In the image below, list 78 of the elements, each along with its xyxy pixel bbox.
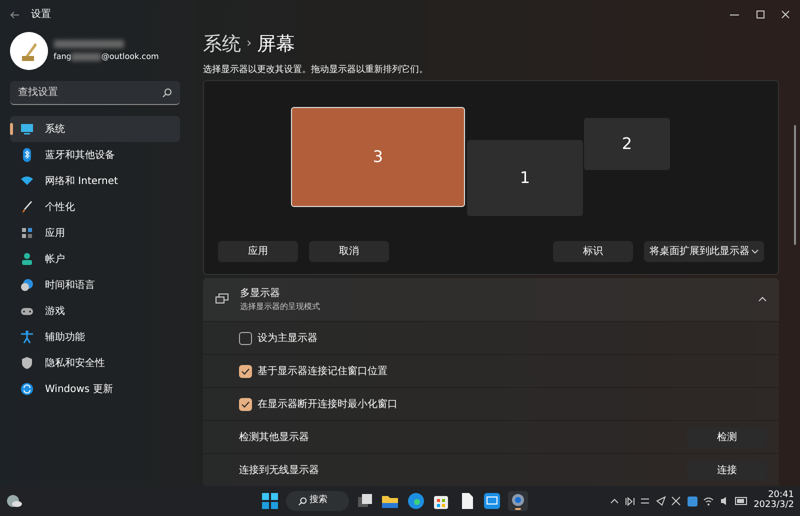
monitor-tile[interactable]: 3 <box>291 107 465 208</box>
breadcrumb-separator: › <box>246 35 252 54</box>
sidebar-item[interactable]: 辅助功能 <box>10 324 180 350</box>
sidebar-item[interactable]: 蓝牙和其他设备 <box>10 142 180 168</box>
input-method-icon[interactable] <box>671 496 682 506</box>
person-icon <box>20 252 34 266</box>
scrollbar-thumb[interactable] <box>794 124 796 245</box>
back-arrow-icon[interactable] <box>10 10 20 20</box>
media-icon[interactable] <box>624 496 635 506</box>
blurred-name <box>54 40 124 48</box>
sidebar-item[interactable]: 游戏 <box>10 298 180 324</box>
monitor-tile[interactable]: 1 <box>467 140 583 216</box>
shield-icon <box>20 356 34 370</box>
sidebar-item[interactable]: 系统 <box>10 116 180 142</box>
sidebar-item[interactable]: 隐私和安全性 <box>10 350 180 376</box>
apps-icon <box>20 226 34 240</box>
checkbox-label: 在显示器断开连接时最小化窗口 <box>258 398 398 412</box>
clock-date[interactable]: 2023/3/2 <box>754 501 794 511</box>
battery-icon[interactable] <box>735 497 748 505</box>
checkbox-label: 基于显示器连接记住窗口位置 <box>258 364 388 378</box>
email-text: fang <box>54 50 72 63</box>
search-field[interactable]: 查找设置 <box>10 81 180 106</box>
settings-gear-icon[interactable] <box>508 491 528 511</box>
browser-icon[interactable] <box>406 491 426 511</box>
cancel-button[interactable]: 取消 <box>309 240 389 262</box>
checkmark-icon <box>241 368 250 374</box>
app-tray-icon[interactable] <box>686 496 698 506</box>
bluetooth-icon <box>20 148 34 162</box>
sidebar-item[interactable]: 帐户 <box>10 246 180 272</box>
breadcrumb-parent[interactable]: 系统 <box>203 30 241 58</box>
search-icon <box>162 88 172 98</box>
display-icon <box>20 122 34 136</box>
page-title: 屏幕 <box>257 32 296 57</box>
blurred-email <box>71 52 102 61</box>
setting-label: 检测其他显示器 <box>239 430 309 444</box>
hint-text: 选择显示器以更改其设置。拖动显示器以重新排列它们。 <box>203 64 429 77</box>
section-subtitle: 选择显示器的呈现模式 <box>240 300 320 313</box>
chevron-up-icon[interactable] <box>758 296 767 302</box>
chevron-down-icon <box>750 248 758 254</box>
identify-button[interactable]: 标识 <box>553 240 633 262</box>
connect-button[interactable]: 连接 <box>687 460 767 480</box>
multi-display-header[interactable]: 多显示器 选择显示器的呈现模式 <box>203 278 779 321</box>
section-title: 多显示器 <box>240 286 281 301</box>
sync-icon <box>20 382 34 396</box>
weather-icon[interactable] <box>6 494 22 508</box>
sidebar-item[interactable]: Windows 更新 <box>10 376 180 402</box>
chevron-up-icon[interactable] <box>610 498 620 504</box>
checkmark-icon <box>241 400 250 408</box>
close-icon[interactable] <box>781 10 790 20</box>
checkbox-label: 设为主显示器 <box>258 332 318 346</box>
sliders-icon[interactable] <box>640 496 650 506</box>
accessibility-icon <box>20 330 34 344</box>
maximize-icon[interactable] <box>756 10 764 20</box>
brush-icon <box>20 200 34 214</box>
detect-button[interactable]: 检测 <box>687 426 767 448</box>
email-domain: @outlook.com <box>101 50 159 63</box>
window-title: 设置 <box>31 8 51 22</box>
apply-button[interactable]: 应用 <box>218 240 298 262</box>
wifi-icon[interactable] <box>703 496 714 506</box>
clock-time[interactable]: 20:41 <box>768 491 794 501</box>
remote-desktop-icon[interactable] <box>482 491 502 511</box>
avatar-icon <box>10 32 48 70</box>
checkbox[interactable] <box>239 398 252 410</box>
monitors-icon <box>215 293 229 306</box>
sidebar-item[interactable]: 网络和 Internet <box>10 168 180 194</box>
start-icon[interactable] <box>260 491 280 511</box>
monitor-tile[interactable]: 2 <box>584 118 670 170</box>
sidebar-item[interactable]: 时间和语言 <box>10 272 180 298</box>
globe-clock-icon <box>20 278 34 292</box>
checkbox[interactable] <box>239 332 252 344</box>
send-icon[interactable] <box>656 496 666 506</box>
taskbar-search[interactable]: 搜索 <box>286 491 350 511</box>
mode-dropdown[interactable]: 将桌面扩展到此显示器 <box>644 240 764 262</box>
sidebar-item[interactable]: 个性化 <box>10 194 180 220</box>
checkbox[interactable] <box>239 364 252 378</box>
sidebar-item[interactable]: 应用 <box>10 220 180 246</box>
setting-label: 连接到无线显示器 <box>239 464 319 478</box>
search-icon <box>298 496 306 506</box>
